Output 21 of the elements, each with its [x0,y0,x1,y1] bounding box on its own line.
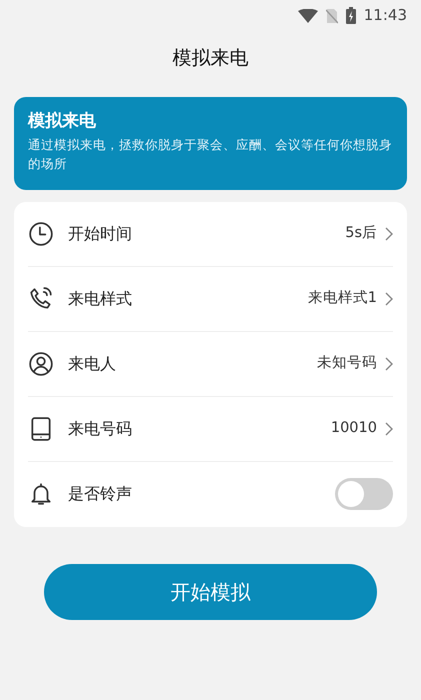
clock-icon [28,220,54,247]
status-time: 11:43 [364,4,407,26]
setting-label: 开始时间 [68,222,133,245]
setting-label: 来电人 [68,352,117,375]
person-icon [28,350,54,377]
setting-value[interactable]: 10010 [330,418,377,440]
chevron-icon[interactable] [385,226,393,241]
start-button[interactable]: 开始模拟 [44,564,377,620]
toggle-switch[interactable] [335,478,393,510]
page-title: 模拟来电 [172,46,248,71]
setting-value[interactable]: 5s后 [345,223,377,245]
setting-label: 来电样式 [68,288,133,310]
chevron-icon[interactable] [385,356,393,371]
setting-label: 是否铃声 [68,483,133,506]
banner-text: 通过模拟来电，拯救你脱身于聚会、应酬、会议等任何你想脱身的场所 [28,136,393,174]
chevron-icon[interactable] [385,422,393,436]
chevron-icon[interactable] [385,292,393,306]
setting-value[interactable]: 未知号码 [317,353,377,375]
setting-label: 来电号码 [68,418,133,440]
setting-value[interactable]: 来电样式1 [308,288,377,310]
banner-heading: 模拟来电 [28,111,97,132]
